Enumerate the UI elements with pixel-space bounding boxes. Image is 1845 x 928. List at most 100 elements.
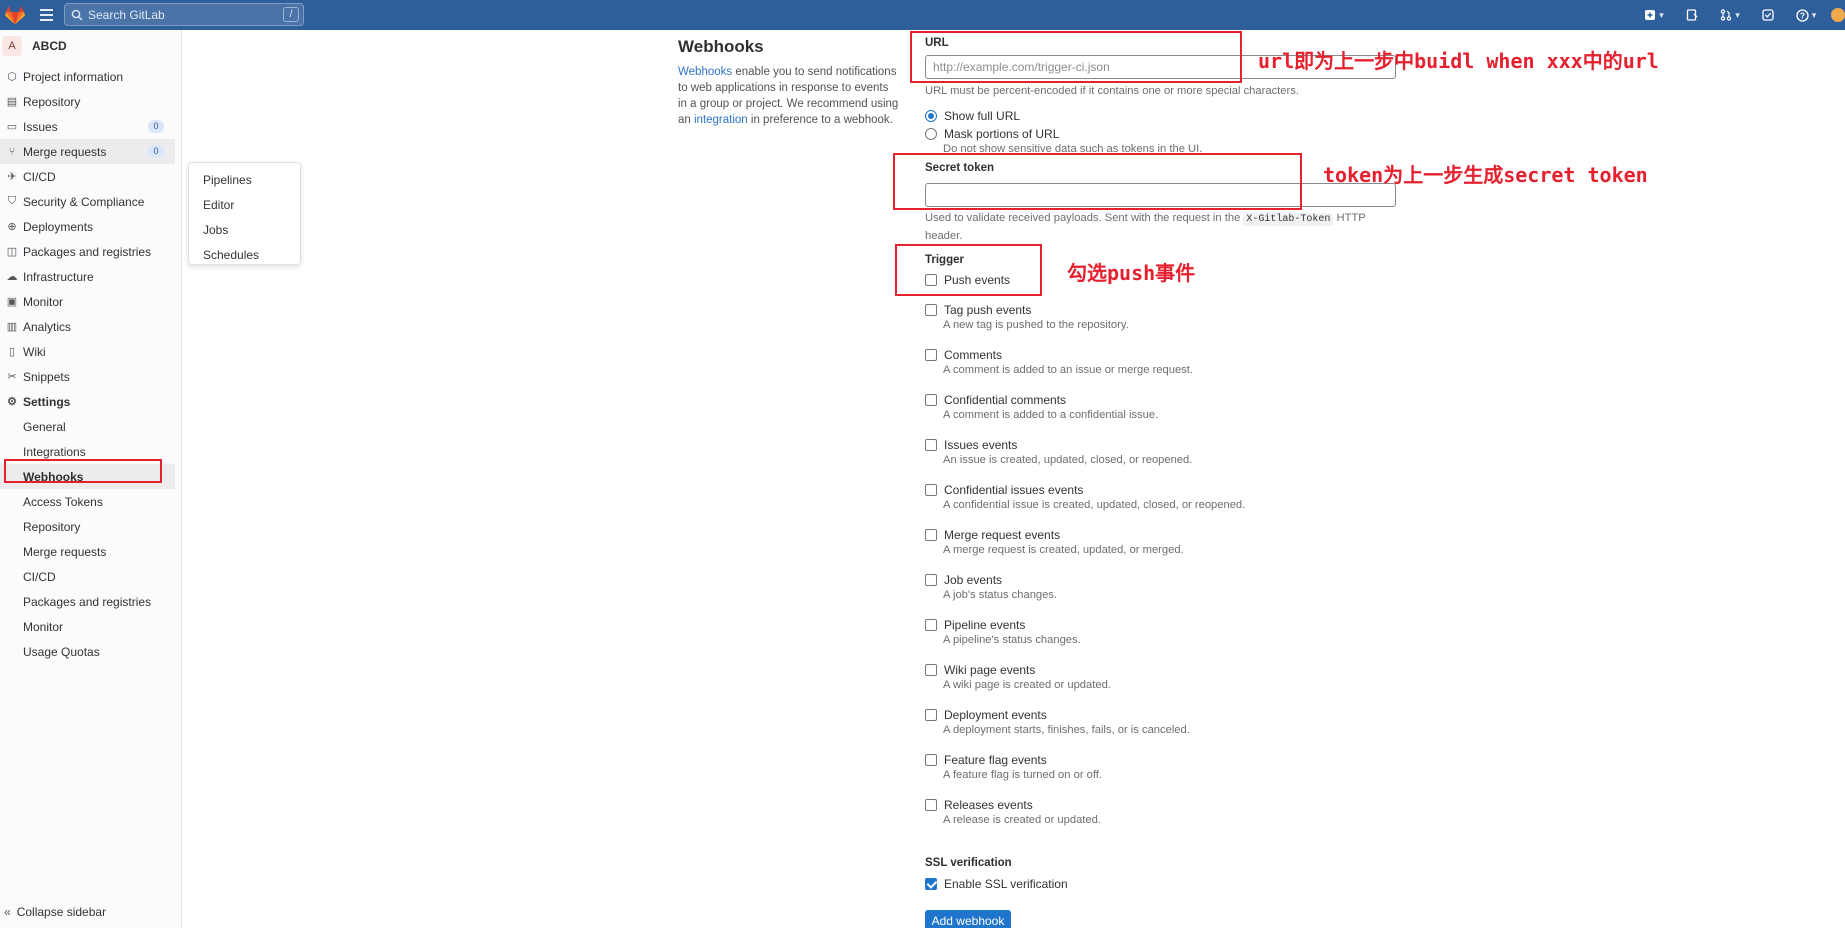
sidebar-item-repository[interactable]: ▤ Repository [0,89,181,114]
sidebar-item-snippets[interactable]: ✂ Snippets [0,364,181,389]
doc-icon: ▤ [6,96,18,108]
trigger-checkbox[interactable] [925,349,937,361]
trigger-job-events[interactable]: Job events A job's status changes. [925,573,1057,601]
package-icon: ◫ [6,246,18,258]
shield-icon: ⛉ [7,195,17,207]
settings-access-tokens[interactable]: Access Tokens [0,489,181,514]
trigger-option-desc: A deployment starts, finishes, fails, or… [943,724,1190,736]
add-webhook-button[interactable]: Add webhook [925,910,1011,928]
search-input[interactable]: Search GitLab / [64,3,304,26]
trigger-checkbox[interactable] [925,619,937,631]
trigger-releases-events[interactable]: Releases events A release is created or u… [925,798,1101,826]
secret-token-help: Used to validate received payloads. Sent… [925,210,1385,244]
trigger-checkbox[interactable] [925,664,937,676]
trigger-merge-request-events[interactable]: Merge request events A merge request is c… [925,528,1184,556]
settings-usage-quotas[interactable]: Usage Quotas [0,639,181,664]
page-title: Webhooks [678,37,764,56]
trigger-checkbox[interactable] [925,574,937,586]
settings-merge-requests[interactable]: Merge requests [0,539,181,564]
sidebar-item-security[interactable]: ⛉ Security & Compliance [0,189,181,214]
sidebar-item-project-information[interactable]: ⬡ Project information [0,64,181,89]
trigger-issues-events[interactable]: Issues events An issue is created, update… [925,438,1192,466]
trigger-checkbox[interactable] [925,439,937,451]
trigger-option-label: Merge request events [944,528,1061,542]
info-icon: ⬡ [7,71,17,83]
sidebar-item-deployments[interactable]: ⊕ Deployments [0,214,181,239]
sidebar-item-merge-requests[interactable]: ⑂ Merge requests 0 [0,139,175,164]
sidebar-item-label: Security & Compliance [23,194,145,209]
project-avatar: A [2,36,22,56]
settings-repository[interactable]: Repository [0,514,181,539]
sidebar-item-monitor[interactable]: ▣ Monitor [0,289,181,314]
trigger-option-label: Wiki page events [944,663,1036,677]
sidebar-item-packages[interactable]: ◫ Packages and registries [0,239,181,264]
sidebar-item-cicd[interactable]: ✈ CI/CD [0,164,181,189]
sidebar-nav: ⬡ Project information ▤ Repository ▭ Issues… [0,64,181,664]
trigger-confidential-issues-events[interactable]: Confidential issues events A confidential… [925,483,1245,511]
issues-count-badge: 0 [148,120,164,133]
flyout-pipelines[interactable]: Pipelines [189,167,300,192]
menu-hamburger-icon[interactable] [36,4,58,26]
collapse-sidebar-button[interactable]: « Collapse sidebar [0,902,106,922]
settings-cicd[interactable]: CI/CD [0,564,181,589]
trigger-option-label: Issues events [944,438,1018,452]
sidebar-item-label: Infrastructure [23,269,94,284]
trigger-deployment-events[interactable]: Deployment events A deployment starts, fi… [925,708,1190,736]
sidebar-item-wiki[interactable]: ▯ Wiki [0,339,181,364]
trigger-checkbox[interactable] [925,484,937,496]
trigger-checkbox[interactable] [925,529,937,541]
plus-square-icon[interactable]: ▾ [1635,0,1673,30]
flyout-editor[interactable]: Editor [189,192,300,217]
help-icon[interactable]: ? ▾ [1787,0,1825,30]
url-help: URL must be percent-encoded if it contai… [925,85,1299,97]
trigger-checkbox[interactable] [925,709,937,721]
scissors-icon: ✂ [7,371,17,383]
mask-url-option[interactable]: Mask portions of URL [925,127,1059,141]
trigger-comments[interactable]: Comments A comment is added to an issue o… [925,348,1193,376]
ssl-verification-option[interactable]: Enable SSL verification [925,877,1068,891]
settings-general[interactable]: General [0,414,181,439]
trigger-annotation: 勾选push事件 [1067,261,1196,285]
user-avatar[interactable] [1831,8,1845,22]
trigger-option-label: Pipeline events [944,618,1026,632]
merge-request-icon[interactable]: ▾ [1711,0,1749,30]
trigger-checkbox[interactable] [925,799,937,811]
sidebar-item-label: Deployments [23,219,94,234]
sidebar-item-issues[interactable]: ▭ Issues 0 [0,114,181,139]
trigger-option-label: Comments [944,348,1003,362]
flyout-schedules[interactable]: Schedules [189,242,300,267]
trigger-wiki-page-events[interactable]: Wiki page events A wiki page is created o… [925,663,1111,691]
sidebar-item-infrastructure[interactable]: ☁ Infrastructure [0,264,181,289]
trigger-confidential-comments[interactable]: Confidential comments A comment is added … [925,393,1158,421]
search-icon [71,9,83,20]
gitlab-logo-icon[interactable] [2,2,28,28]
trigger-pipeline-events[interactable]: Pipeline events A pipeline's status chang… [925,618,1081,646]
sidebar-item-analytics[interactable]: ▥ Analytics [0,314,181,339]
integration-link[interactable]: integration [694,114,748,126]
token-annotation: token为上一步生成secret token [1323,163,1648,187]
trigger-checkbox[interactable] [925,754,937,766]
flyout-jobs[interactable]: Jobs [189,217,300,242]
issues-icon[interactable] [1673,0,1711,30]
trigger-checkbox[interactable] [925,304,937,316]
trigger-option-label: Tag push events [944,303,1032,317]
project-header[interactable]: A ABCD [0,30,181,62]
trigger-tag-push-events[interactable]: Tag push events A new tag is pushed to th… [925,303,1129,331]
sidebar-item-label: Packages and registries [23,244,152,259]
settings-monitor[interactable]: Monitor [0,614,181,639]
show-full-url-option[interactable]: Show full URL [925,109,1020,123]
todo-icon[interactable] [1749,0,1787,30]
mask-url-radio[interactable] [925,128,937,140]
show-full-url-radio[interactable] [925,110,937,122]
settings-packages[interactable]: Packages and registries [0,589,181,614]
trigger-option-desc: An issue is created, updated, closed, or… [943,454,1193,466]
webhooks-doc-link[interactable]: Webhooks [678,66,732,78]
trigger-checkbox[interactable] [925,394,937,406]
collapse-sidebar-label: Collapse sidebar [16,905,107,919]
trigger-feature-flag-events[interactable]: Feature flag events A feature flag is tur… [925,753,1102,781]
trigger-option-desc: A merge request is created, updated, or … [943,544,1184,556]
ssl-verification-checkbox[interactable] [925,878,937,890]
url-highlight-box [910,31,1242,83]
sidebar-item-settings[interactable]: ⚙ Settings [0,389,181,414]
double-chevron-left-icon: « [4,905,11,919]
